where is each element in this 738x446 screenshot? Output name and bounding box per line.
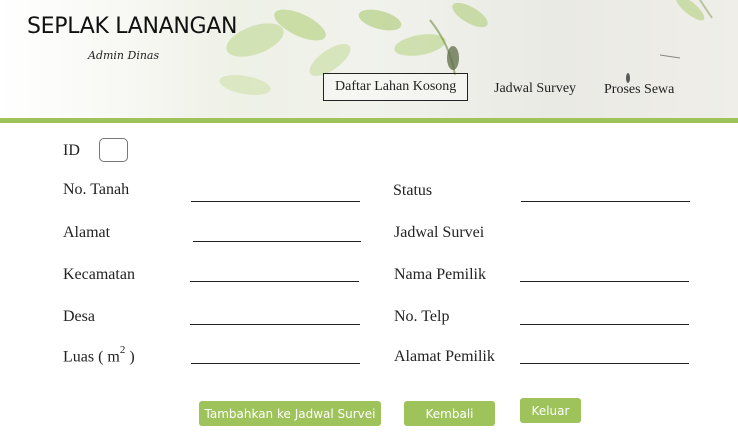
luas-label: Luas ( m2 ) [63, 344, 135, 366]
nama-pemilik-field[interactable] [520, 281, 689, 282]
alamat-pemilik-label: Alamat Pemilik [394, 348, 495, 365]
header-accent-bar [0, 118, 738, 123]
back-button[interactable]: Kembali [404, 401, 495, 426]
jadwal-survei-label: Jadwal Survei [394, 224, 485, 241]
nav-daftar-lahan-kosong[interactable]: Daftar Lahan Kosong [323, 73, 469, 101]
kecamatan-label: Kecamatan [63, 266, 135, 283]
no-telp-label: No. Telp [394, 308, 450, 325]
luas-label-suffix: ) [125, 348, 135, 366]
id-label: ID [63, 142, 80, 159]
luas-field[interactable] [191, 363, 360, 364]
no-tanah-field[interactable] [191, 201, 360, 202]
alamat-field[interactable] [193, 241, 361, 242]
desa-field[interactable] [190, 324, 360, 325]
logout-button[interactable]: Keluar [520, 398, 581, 423]
add-to-survey-schedule-button[interactable]: Tambahkan ke Jadwal Survei [199, 401, 381, 426]
role-subtitle: Admin Dinas [88, 49, 160, 62]
nama-pemilik-label: Nama Pemilik [394, 266, 486, 283]
no-telp-field[interactable] [520, 324, 689, 325]
nav-proses-sewa[interactable]: Proses Sewa [604, 82, 674, 98]
desa-label: Desa [63, 308, 95, 325]
header-banner: SEPLAK LANANGAN Admin Dinas Daftar Lahan… [0, 0, 738, 118]
alamat-pemilik-field[interactable] [520, 363, 689, 364]
alamat-label: Alamat [63, 224, 111, 241]
kecamatan-field[interactable] [190, 281, 359, 282]
no-tanah-label: No. Tanah [63, 181, 130, 198]
status-label: Status [393, 182, 433, 199]
luas-label-text: Luas ( m [63, 348, 120, 366]
id-input[interactable] [99, 138, 128, 162]
status-field[interactable] [521, 201, 690, 202]
luas-unit-superscript: 2 [119, 344, 126, 356]
nav-jadwal-survey[interactable]: Jadwal Survey [494, 81, 576, 97]
app-brand-title: SEPLAK LANANGAN [27, 14, 238, 39]
